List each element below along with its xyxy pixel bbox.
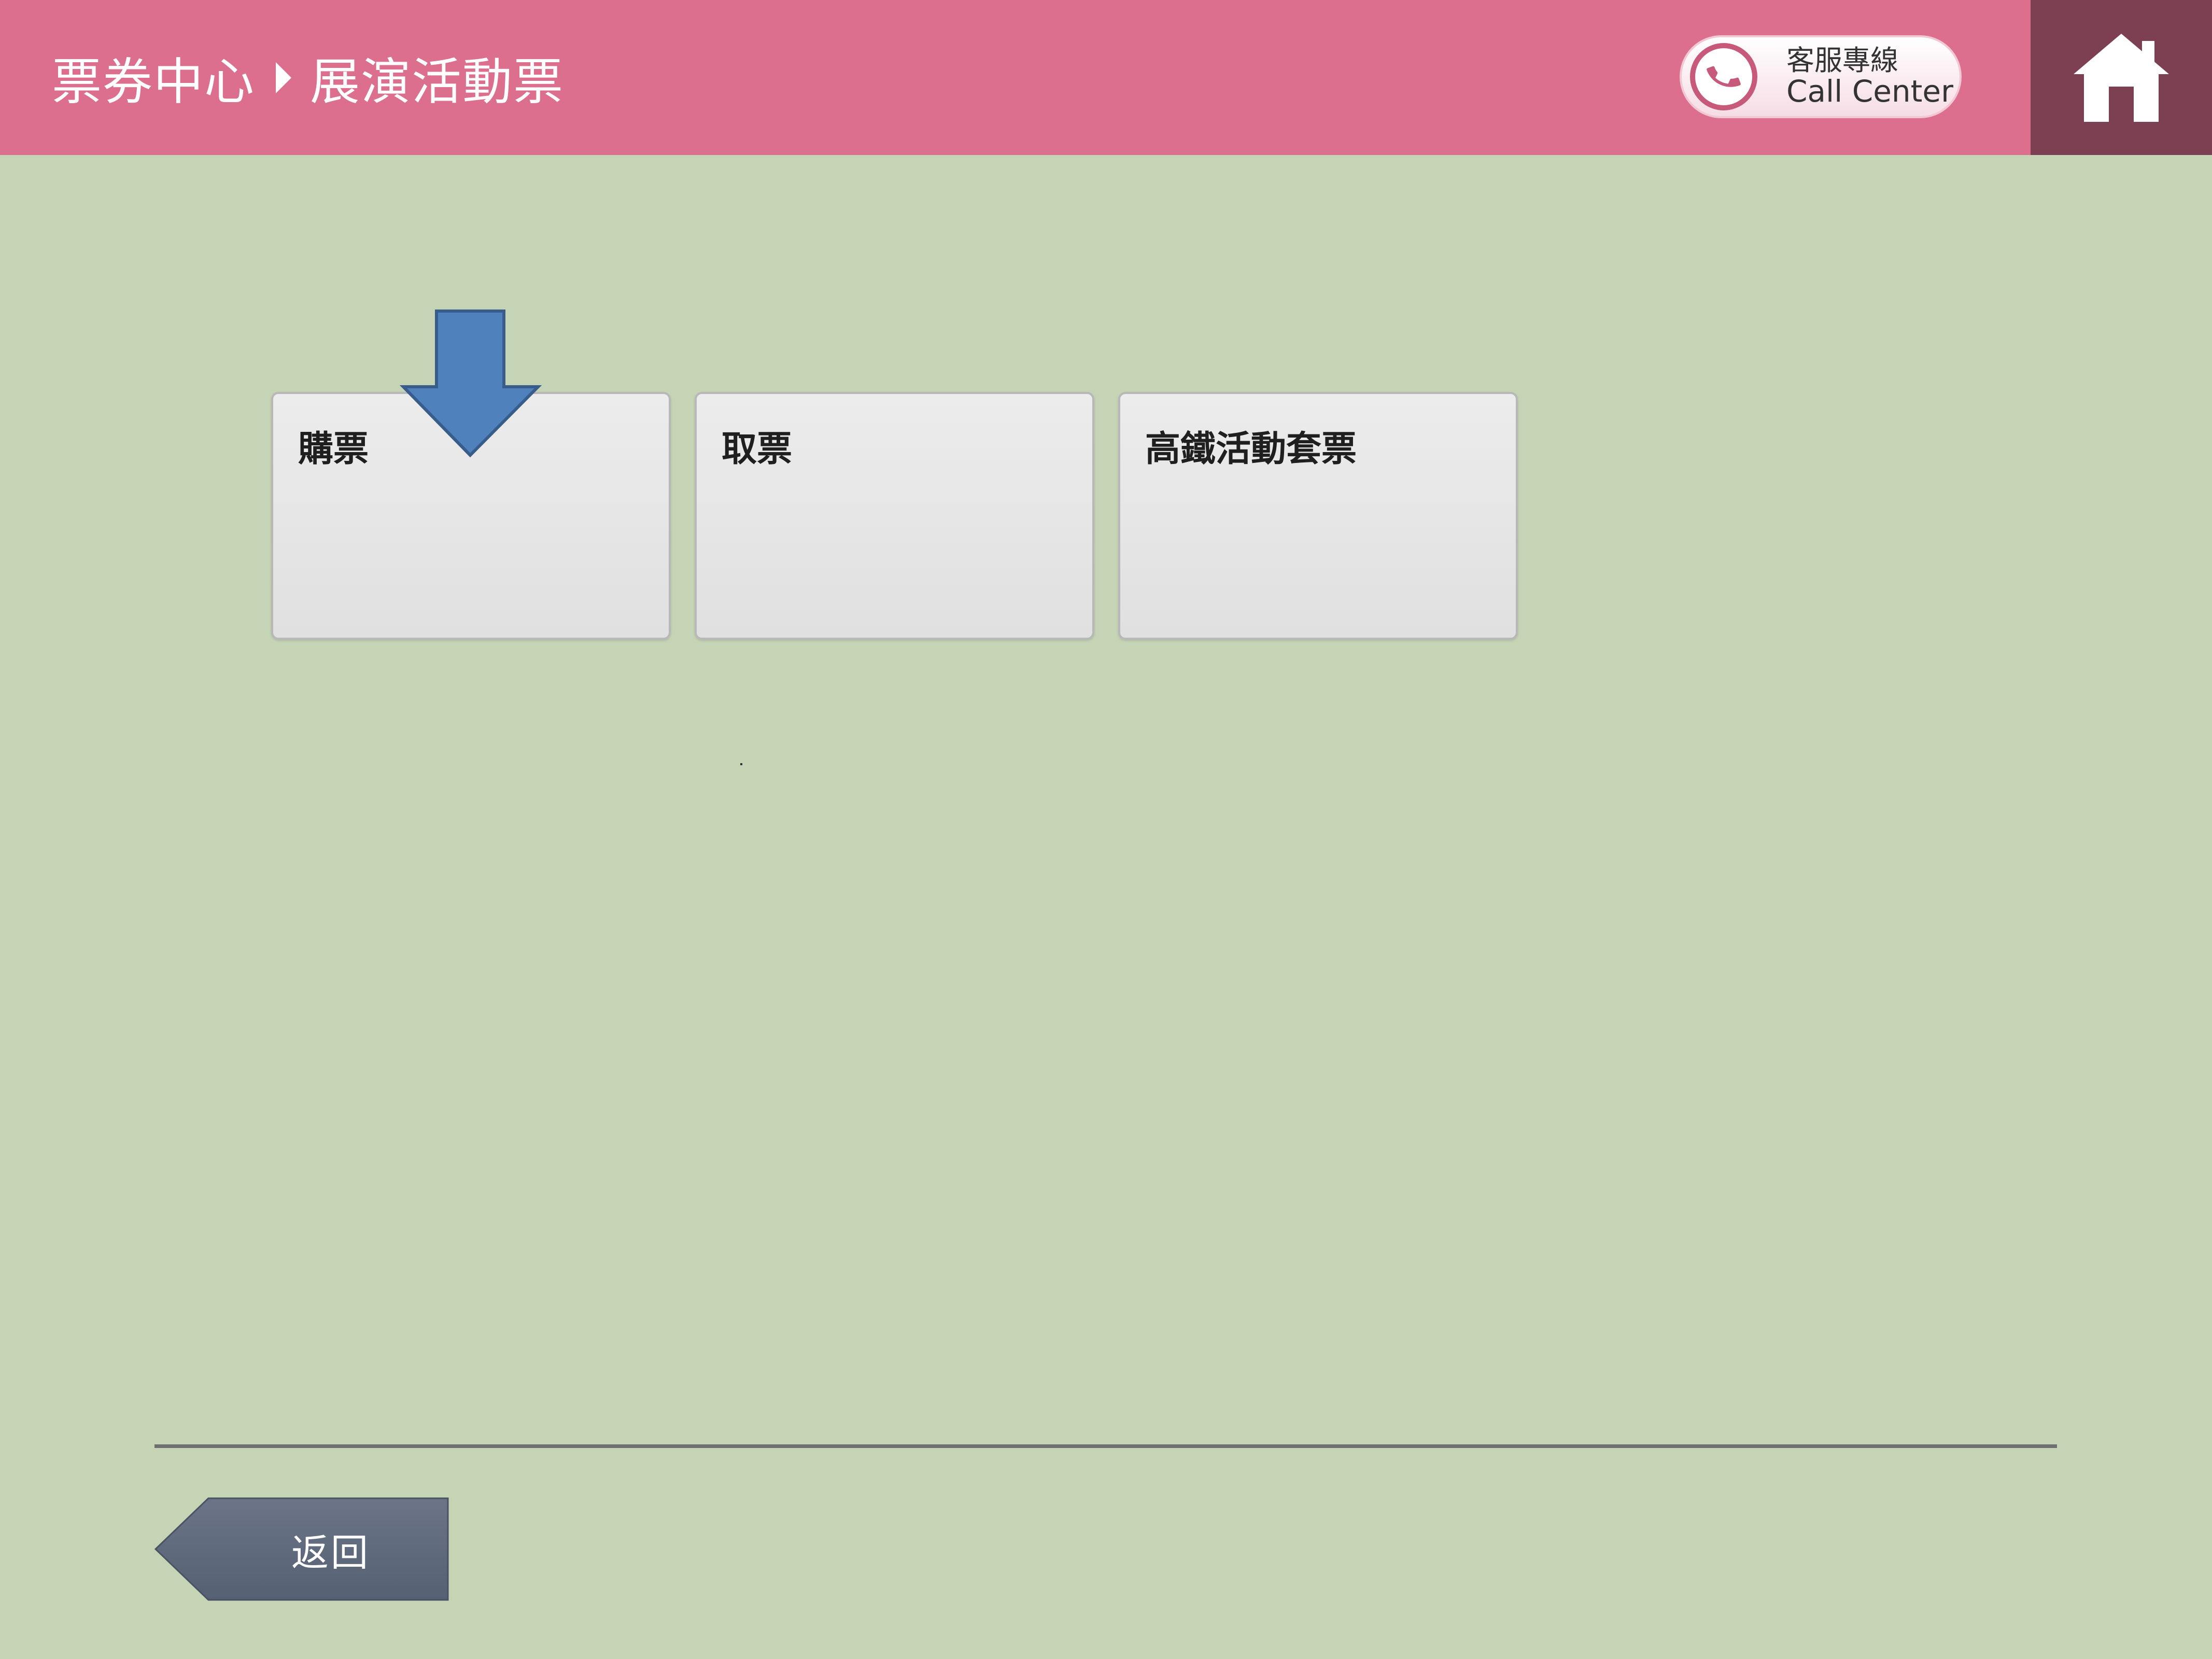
- back-button[interactable]: 返回: [154, 1497, 450, 1601]
- breadcrumb-separator-icon: [276, 62, 291, 93]
- pickup-ticket-tile[interactable]: 取票: [695, 392, 1094, 640]
- hsr-package-ticket-tile[interactable]: 高鐵活動套票: [1118, 392, 1518, 640]
- breadcrumb-item-ticket-center[interactable]: 票券中心: [52, 41, 255, 114]
- call-center-button[interactable]: 客服專線 Call Center: [1680, 35, 1962, 118]
- breadcrumb: 票券中心 展演活動票: [52, 0, 564, 155]
- header-bar: 票券中心 展演活動票 客服專線 Call Center: [0, 0, 2212, 155]
- call-center-label-en: Call Center: [1786, 73, 1953, 109]
- home-button[interactable]: [2031, 0, 2212, 155]
- hsr-package-ticket-label: 高鐵活動套票: [1145, 429, 1357, 470]
- home-icon: [2074, 33, 2169, 122]
- stray-dot: [740, 763, 742, 765]
- phone-icon: [1690, 43, 1757, 110]
- breadcrumb-item-exhibition-tickets: 展演活動票: [310, 53, 564, 111]
- back-button-label: 返回: [291, 1530, 370, 1574]
- buy-ticket-label: 購票: [298, 429, 369, 470]
- call-center-label: 客服專線 Call Center: [1786, 46, 1953, 107]
- down-arrow-icon: [399, 310, 542, 458]
- call-center-label-zh: 客服專線: [1786, 44, 1898, 77]
- footer-divider: [154, 1444, 2057, 1448]
- pickup-ticket-label: 取票: [722, 429, 793, 470]
